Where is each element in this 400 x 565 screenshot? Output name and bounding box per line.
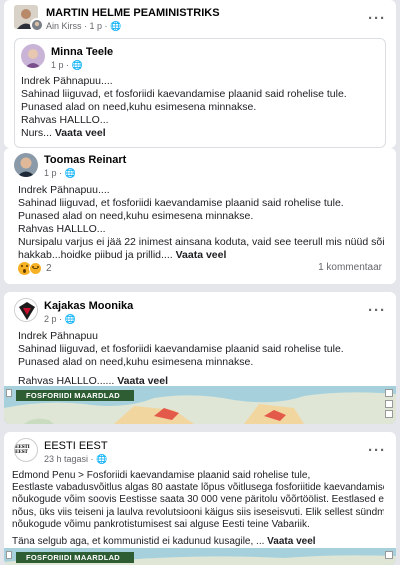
map-label: FOSFORIIDI MAARDLAD [16, 552, 135, 563]
post-card-4: EESTI EEST EESTI EEST 23 h tagasi · 🌐 ··… [4, 432, 396, 565]
sharer-name[interactable]: Ain Kirss [46, 21, 82, 31]
post-time[interactable]: 23 h tagasi [44, 454, 88, 464]
avatar[interactable] [21, 44, 45, 68]
post-text: Indrek Pähnapuu.... Sahinad liiguvad, et… [21, 75, 373, 140]
post-time[interactable]: 1 p [44, 168, 57, 178]
more-options-icon[interactable]: ··· [368, 303, 386, 318]
page-name[interactable]: MARTIN HELME PEAMINISTRIKS [46, 7, 220, 19]
globe-icon: 🌐 [71, 60, 83, 70]
text-line: Punased alad on need,kuhu esimesena minn… [21, 101, 257, 113]
reactions[interactable]: 2 [18, 260, 52, 276]
text-line: Rahvas HALLLO... [21, 114, 109, 126]
post-header: MARTIN HELME PEAMINISTRIKS Ain Kirss · 1… [4, 0, 396, 34]
globe-icon: 🌐 [110, 21, 122, 31]
post-card-3: Kajakas Moonika 2 p · 🌐 ··· Indrek Pähna… [4, 292, 396, 424]
avatar[interactable] [14, 153, 38, 177]
text-line: Punased alad on need,kuhu esimesena minn… [18, 210, 254, 222]
post-time[interactable]: 1 p [90, 21, 103, 31]
more-options-icon[interactable]: ··· [368, 443, 386, 458]
post-card-1: MARTIN HELME PEAMINISTRIKS Ain Kirss · 1… [4, 0, 396, 148]
text-line: Punased alad on need,kuhu esimesena minn… [18, 356, 254, 368]
text-line: hakkab...hoidke piibud ja prillid.... Va… [18, 249, 227, 261]
post-map-image[interactable]: FOSFORIIDI MAARDLAD [4, 386, 396, 424]
reaction-count[interactable]: 2 [46, 263, 52, 274]
comment-count[interactable]: 1 kommentaar [318, 262, 382, 273]
text-line: Edmond Penu > Fosforiidi kaevandamise pl… [12, 470, 311, 481]
post-map-image[interactable]: FOSFORIIDI MAARDLAD [4, 548, 396, 565]
text-line: Sahinad liiguvad, et fosforiidi kaevanda… [18, 197, 344, 209]
post-meta: 1 p · 🌐 [51, 60, 83, 70]
more-options-icon[interactable]: ··· [368, 11, 386, 26]
text-line: nõukogude võimu pankrotistumisest sai al… [12, 518, 310, 530]
text-line: Sahinad liiguvad, et fosforiidi kaevanda… [21, 88, 347, 100]
post-meta: 1 p · 🌐 [44, 168, 76, 178]
text-line: Rahvas HALLLO... [18, 223, 106, 235]
post-time[interactable]: 2 p [44, 314, 57, 324]
text-line: Sahinad liiguvad, et fosforiidi kaevanda… [18, 343, 344, 355]
post-meta: 23 h tagasi · 🌐 [44, 454, 108, 464]
post-time[interactable]: 1 p [51, 60, 64, 70]
map-control[interactable] [6, 389, 12, 397]
page-logo[interactable]: EESTI EEST [14, 438, 38, 462]
see-more-link[interactable]: Vaata veel [176, 249, 227, 261]
author-name[interactable]: Kajakas Moonika [44, 300, 133, 312]
text-line: Indrek Pähnapuu [18, 330, 98, 342]
text-line: Eestlaste vabadusvõitlus algas 80 aastat… [12, 482, 384, 494]
logo-text: EESTI EEST [15, 445, 30, 455]
map-label: FOSFORIIDI MAARDLAD [16, 390, 135, 401]
author-name[interactable]: Minna Teele [51, 46, 113, 58]
fullscreen-icon[interactable] [385, 551, 393, 559]
sharer-avatar[interactable] [30, 18, 44, 32]
post-text: Indrek Pähnapuu Sahinad liiguvad, et fos… [18, 330, 384, 388]
see-more-link[interactable]: Vaata veel [55, 127, 106, 139]
zoom-in-icon[interactable] [385, 400, 393, 408]
page-name[interactable]: EESTI EEST [44, 440, 108, 452]
post-text: Edmond Penu > Fosforiidi kaevandamise pl… [12, 470, 384, 548]
globe-icon: 🌐 [64, 314, 76, 324]
fullscreen-icon[interactable] [385, 389, 393, 397]
author-name[interactable]: Toomas Reinart [44, 154, 126, 166]
post-meta: 2 p · 🌐 [44, 314, 76, 324]
sad-reaction-icon [29, 261, 42, 275]
text-line: Täna selgub aga, et kommunistid ei kadun… [12, 536, 316, 548]
see-more-link[interactable]: Vaata veel [267, 536, 315, 547]
text-line: Nursipalu varjus ei jää 22 inimest ainsa… [18, 236, 384, 248]
text-line: Indrek Pähnapuu.... [21, 75, 113, 87]
embedded-post[interactable]: Minna Teele 1 p · 🌐 Indrek Pähnapuu.... … [14, 38, 386, 148]
post-meta: Ain Kirss · 1 p · 🌐 [46, 21, 122, 31]
zoom-out-icon[interactable] [385, 410, 393, 418]
text-line: nõus, üks viis teiseni ja laulva revolut… [12, 506, 384, 518]
avatar[interactable] [14, 298, 38, 322]
text-line: Nurs... Vaata veel [21, 127, 106, 139]
globe-icon: 🌐 [96, 454, 108, 464]
text-line: nõukogude võim soovis Eestisse saata 30 … [12, 494, 384, 506]
post-text: Indrek Pähnapuu.... Sahinad liiguvad, et… [18, 184, 384, 262]
map-control[interactable] [6, 551, 12, 559]
text-line: Indrek Pähnapuu.... [18, 184, 110, 196]
post-card-2: Toomas Reinart 1 p · 🌐 Indrek Pähnapuu..… [4, 148, 396, 284]
globe-icon: 🌐 [64, 168, 76, 178]
